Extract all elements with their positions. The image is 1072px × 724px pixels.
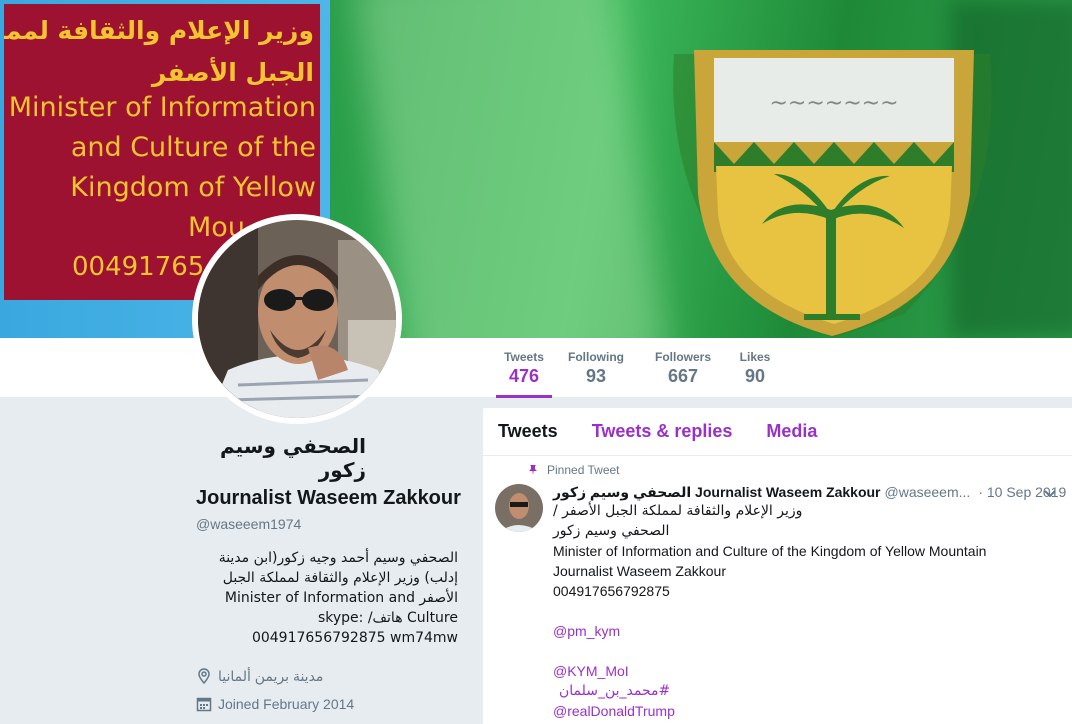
profile-name-english[interactable]: Journalist Waseem Zakkour	[196, 484, 466, 512]
banner-english-line-2: and Culture of the	[70, 132, 316, 163]
stat-likes-label: Likes	[739, 350, 771, 364]
stat-followers[interactable]: Followers 667	[652, 338, 714, 398]
tweet-header: الصحفي وسيم زكور Journalist Waseem Zakko…	[553, 484, 1066, 501]
tab-media[interactable]: Media	[766, 421, 817, 442]
banner-arabic-line-2: الجبل الأصفر	[151, 58, 314, 87]
timeline-tabs: Tweets Tweets & replies Media	[483, 408, 1072, 456]
calendar-icon	[196, 697, 212, 712]
tweet-mention-1[interactable]: @pm_kym	[553, 621, 1062, 641]
pinned-tweet-label: Pinned Tweet	[547, 463, 620, 477]
tab-tweets-and-replies[interactable]: Tweets & replies	[592, 421, 733, 442]
tab-tweets[interactable]: Tweets	[498, 421, 558, 442]
pinned-tweet[interactable]: Pinned Tweet الصحفي وسيم زكور Journalist…	[483, 456, 1072, 721]
pin-icon	[529, 465, 537, 475]
tweet-spacer	[553, 601, 1062, 621]
tweet-author-name[interactable]: الصحفي وسيم زكور Journalist Waseem Zakko…	[553, 484, 881, 501]
tweet-mention-2[interactable]: @KYM_MoI	[553, 661, 1062, 681]
tweet-line-4: Journalist Waseem Zakkour	[553, 563, 726, 579]
stat-likes-value: 90	[744, 366, 766, 386]
profile-sidebar: الصحفي وسيم زكور Journalist Waseem Zakko…	[196, 434, 466, 718]
profile-location-row: مدينة بريمن ألمانيا	[196, 662, 466, 690]
profile-name-arabic: الصحفي وسيم زكور	[219, 434, 366, 482]
profile-meta: مدينة بريمن ألمانيا Joined February 2014	[196, 662, 466, 718]
tweet-author-avatar[interactable]	[495, 484, 543, 532]
profile-avatar[interactable]	[192, 214, 402, 424]
tweet-line-5: 004917656792875	[553, 583, 670, 599]
banner-arabic-line-1: وزير الإعلام والثقافة لمملكة	[4, 16, 314, 45]
timeline: Tweets Tweets & replies Media Pinned Twe…	[483, 408, 1072, 724]
chevron-down-icon[interactable]	[1042, 486, 1058, 502]
stat-following-label: Following	[568, 350, 624, 364]
location-pin-icon	[198, 668, 210, 684]
banner-phone: 00491765	[72, 252, 205, 282]
tweet-mention-3[interactable]: @realDonaldTrump	[553, 701, 1062, 721]
svg-text:~~~~~~~: ~~~~~~~	[769, 91, 898, 116]
avatar-photo	[198, 220, 396, 418]
tweet-spacer	[553, 641, 1062, 661]
stat-followers-label: Followers	[654, 350, 711, 364]
tweet-hashtag[interactable]: #محمد_بن_سلمان	[553, 681, 1062, 701]
stat-likes[interactable]: Likes 90	[738, 338, 772, 398]
coat-of-arms-emblem: ~~~~~~~	[673, 50, 992, 338]
tweet-body: وزير الإعلام والثقافة لمملكة الجبل الأصف…	[553, 501, 1062, 721]
tweet-line-3: Minister of Information and Culture of t…	[553, 543, 987, 559]
stat-following-value: 93	[585, 366, 607, 386]
profile-handle[interactable]: @waseeem1974	[196, 516, 466, 532]
flag-highlight	[352, 0, 668, 338]
profile-joined-row: Joined February 2014	[196, 690, 466, 718]
header-banner: وزير الإعلام والثقافة لمملكة الجبل الأصف…	[0, 0, 1072, 338]
tweet-line-1: وزير الإعلام والثقافة لمملكة الجبل الأصف…	[553, 503, 803, 519]
stat-following[interactable]: Following 93	[566, 338, 626, 398]
stat-tweets-label: Tweets	[504, 350, 544, 364]
profile-nav-bar: Tweets 476 Following 93 Followers 667 Li…	[0, 338, 1072, 398]
profile-joined: Joined February 2014	[218, 696, 355, 712]
banner-english-line-3: Kingdom of Yellow	[70, 172, 316, 203]
stat-tweets-value: 476	[508, 366, 540, 386]
profile-location: مدينة بريمن ألمانيا	[218, 667, 324, 684]
tweet-author-handle[interactable]: @waseeem...	[885, 484, 971, 500]
stat-followers-value: 667	[667, 366, 699, 386]
banner-english-line-1: Minister of Information	[8, 92, 316, 123]
tweet-line-2: الصحفي وسيم زكور	[553, 523, 670, 539]
stat-tweets[interactable]: Tweets 476	[496, 338, 552, 398]
profile-bio: الصحفي وسيم أحمد وجيه زكور(ابن مدينة إدل…	[218, 550, 458, 646]
pinned-tweet-label-row: Pinned Tweet	[527, 462, 1062, 478]
